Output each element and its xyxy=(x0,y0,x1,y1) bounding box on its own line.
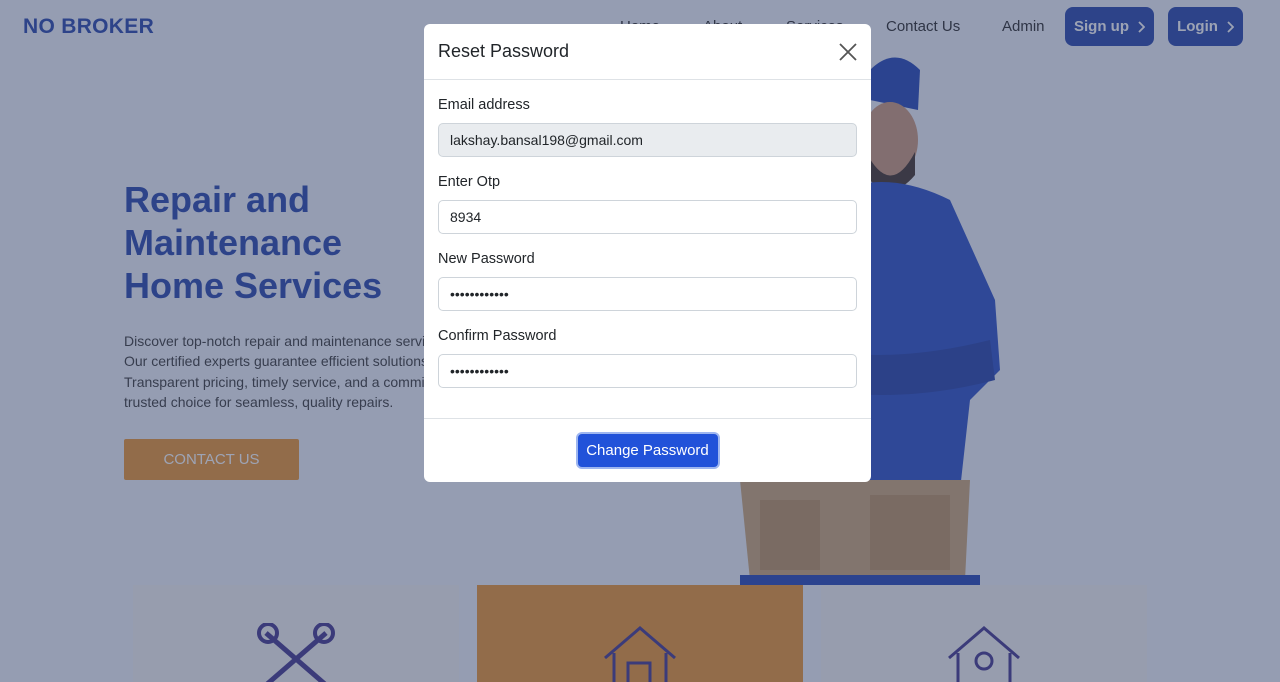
change-password-button[interactable]: Change Password xyxy=(575,432,720,469)
email-label: Email address xyxy=(438,97,530,113)
new-password-label: New Password xyxy=(438,251,535,267)
new-password-field[interactable] xyxy=(438,277,857,311)
reset-password-modal: Reset Password Email address Enter Otp N… xyxy=(424,24,871,482)
otp-label: Enter Otp xyxy=(438,174,501,190)
modal-footer: Change Password xyxy=(424,418,871,482)
modal-title: Reset Password xyxy=(438,41,570,61)
close-icon[interactable] xyxy=(837,41,859,63)
confirm-password-label: Confirm Password xyxy=(438,328,557,344)
email-field[interactable] xyxy=(438,123,857,157)
otp-field[interactable] xyxy=(438,200,857,234)
modal-body: Email address Enter Otp New Password Con… xyxy=(424,97,871,388)
confirm-password-field[interactable] xyxy=(438,354,857,388)
modal-header: Reset Password xyxy=(424,24,871,80)
